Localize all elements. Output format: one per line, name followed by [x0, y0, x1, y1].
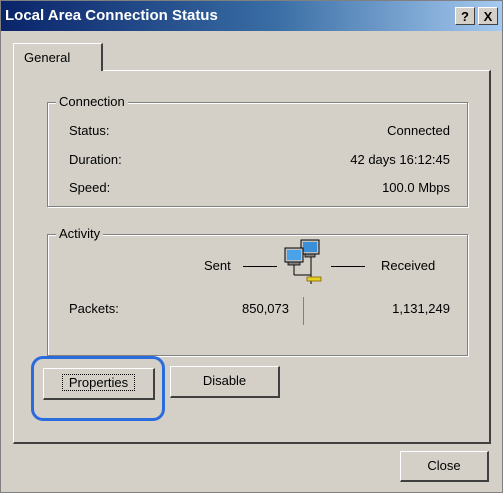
- speed-label: Speed:: [69, 180, 111, 195]
- window-title: Local Area Connection Status: [5, 7, 218, 24]
- packets-divider: [303, 297, 304, 325]
- status-label: Status:: [69, 123, 110, 138]
- sent-line: [243, 266, 277, 267]
- received-label: Received: [381, 258, 436, 273]
- activity-legend: Activity: [56, 226, 104, 241]
- packets-received-value: 1,131,249: [392, 301, 450, 316]
- received-line: [331, 266, 365, 267]
- title-bar[interactable]: Local Area Connection Status ? X: [1, 1, 502, 31]
- title-close-button[interactable]: X: [478, 7, 498, 25]
- sent-label: Sent: [204, 258, 231, 273]
- close-button[interactable]: Close: [400, 451, 489, 482]
- properties-button[interactable]: Properties: [43, 368, 155, 400]
- tab-general[interactable]: General: [13, 43, 103, 71]
- help-button[interactable]: ?: [455, 7, 475, 25]
- close-button-label: Close: [427, 458, 461, 473]
- status-value: Connected: [387, 123, 450, 138]
- disable-button-label: Disable: [202, 373, 247, 388]
- network-computers-icon: [284, 239, 322, 284]
- duration-label: Duration:: [69, 152, 122, 167]
- properties-button-label: Properties: [61, 374, 136, 391]
- status-dialog: Local Area Connection Status ? X General…: [0, 0, 503, 493]
- packets-sent-value: 850,073: [242, 301, 289, 316]
- disable-button[interactable]: Disable: [170, 366, 280, 398]
- tab-general-label: General: [24, 50, 71, 65]
- connection-legend: Connection: [56, 94, 128, 109]
- packets-label: Packets:: [69, 301, 119, 316]
- activity-group: Activity: [47, 226, 468, 356]
- duration-value: 42 days 16:12:45: [350, 152, 450, 167]
- speed-value: 100.0 Mbps: [382, 180, 450, 195]
